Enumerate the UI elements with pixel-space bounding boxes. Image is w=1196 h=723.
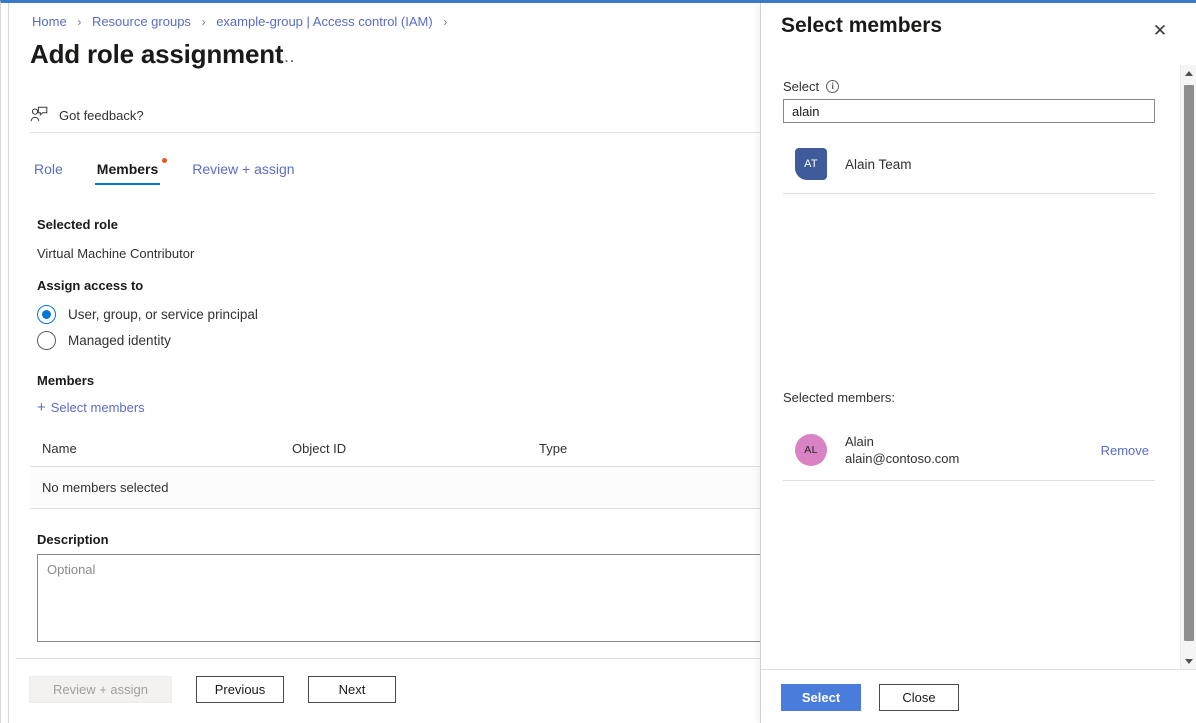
selected-role-value: Virtual Machine Contributor bbox=[37, 246, 195, 261]
tab-review-assign-label: Review + assign bbox=[192, 161, 295, 177]
breadcrumb-item-example-group[interactable]: example-group | Access control (IAM) bbox=[216, 14, 433, 29]
next-button[interactable]: Next bbox=[308, 676, 396, 703]
members-table: Name Object ID Type No members selected bbox=[30, 441, 774, 509]
select-field-label: Select bbox=[783, 79, 820, 94]
breadcrumb-separator-icon: › bbox=[77, 15, 82, 29]
select-field-label-row: Select i bbox=[783, 79, 840, 94]
avatar: AT bbox=[795, 148, 827, 180]
radio-user-group-label: User, group, or service principal bbox=[68, 306, 258, 322]
panel-footer: Select Close bbox=[761, 669, 1196, 723]
tab-members[interactable]: Members bbox=[94, 158, 168, 187]
selected-member-name: Alain bbox=[845, 433, 874, 449]
radio-user-group-service-principal[interactable]: User, group, or service principal bbox=[37, 301, 258, 327]
select-members-link-label: Select members bbox=[50, 400, 145, 415]
select-button[interactable]: Select bbox=[781, 684, 861, 711]
panel-title: Select members bbox=[781, 14, 943, 37]
tab-members-label: Members bbox=[96, 161, 159, 177]
tab-members-dot-icon bbox=[162, 158, 168, 163]
result-name: Alain Team bbox=[845, 156, 912, 172]
select-members-panel: Select members ✕ Select i AT Alain Team … bbox=[760, 3, 1196, 723]
column-header-type: Type bbox=[539, 441, 568, 456]
assign-access-radio-group: User, group, or service principal Manage… bbox=[37, 301, 258, 353]
list-item[interactable]: AT Alain Team bbox=[783, 135, 1155, 193]
plus-icon: + bbox=[37, 399, 46, 416]
tab-review-assign[interactable]: Review + assign bbox=[190, 158, 296, 187]
app-root: Home › Resource groups › example-group |… bbox=[0, 0, 1196, 723]
feedback-bar: Got feedback? bbox=[30, 99, 770, 133]
table-empty-message: No members selected bbox=[42, 480, 169, 495]
panel-body: Select i AT Alain Team Selected members:… bbox=[761, 65, 1177, 669]
scroll-down-arrow-icon[interactable] bbox=[1181, 653, 1196, 669]
select-search-input[interactable] bbox=[783, 99, 1155, 123]
members-label: Members bbox=[37, 373, 95, 388]
wizard-tabs: Role Members Review + assign bbox=[32, 158, 297, 187]
assign-access-label: Assign access to bbox=[37, 278, 144, 293]
description-label: Description bbox=[37, 532, 109, 547]
description-textarea[interactable] bbox=[37, 554, 774, 642]
breadcrumb-separator-icon: › bbox=[201, 15, 206, 29]
scrollbar-thumb[interactable] bbox=[1184, 85, 1194, 641]
scroll-up-arrow-icon[interactable] bbox=[1181, 65, 1196, 81]
selected-role-label: Selected role bbox=[37, 217, 118, 232]
search-results-list: AT Alain Team bbox=[783, 135, 1155, 194]
radio-unselected-icon bbox=[37, 330, 56, 350]
selected-member-email: alain@contoso.com bbox=[845, 450, 960, 466]
panel-footer-buttons: Select Close bbox=[781, 684, 959, 711]
radio-selected-icon bbox=[37, 304, 56, 324]
review-assign-button[interactable]: Review + assign bbox=[29, 676, 172, 703]
column-header-name: Name bbox=[42, 441, 77, 456]
page-title: Add role assignment bbox=[30, 39, 284, 69]
table-header-row: Name Object ID Type bbox=[30, 441, 774, 467]
breadcrumb-item-home[interactable]: Home bbox=[32, 14, 67, 29]
selected-member-text: Alain alain@contoso.com bbox=[845, 434, 959, 467]
selected-members-list: AL Alain alain@contoso.com Remove bbox=[783, 420, 1155, 481]
breadcrumb-item-resource-groups[interactable]: Resource groups bbox=[92, 14, 191, 29]
close-icon[interactable]: ✕ bbox=[1148, 18, 1172, 42]
blade-footer-buttons: Review + assign Previous Next bbox=[29, 676, 396, 703]
avatar: AL bbox=[795, 434, 827, 466]
select-members-link[interactable]: + Select members bbox=[37, 400, 145, 415]
breadcrumb-separator-icon: › bbox=[443, 15, 448, 29]
feedback-person-icon bbox=[30, 106, 48, 126]
tab-role[interactable]: Role bbox=[32, 158, 65, 187]
breadcrumb: Home › Resource groups › example-group |… bbox=[32, 14, 454, 29]
column-header-object-id: Object ID bbox=[292, 441, 347, 456]
tab-role-label: Role bbox=[34, 161, 63, 177]
radio-managed-identity[interactable]: Managed identity bbox=[37, 327, 258, 353]
feedback-label[interactable]: Got feedback? bbox=[59, 108, 144, 123]
selected-members-heading: Selected members: bbox=[783, 390, 895, 405]
remove-member-link[interactable]: Remove bbox=[1101, 443, 1149, 458]
close-button[interactable]: Close bbox=[879, 684, 959, 711]
page-more-options-icon[interactable]: … bbox=[278, 47, 296, 67]
info-icon[interactable]: i bbox=[826, 80, 840, 93]
previous-button[interactable]: Previous bbox=[196, 676, 284, 703]
radio-managed-identity-label: Managed identity bbox=[68, 332, 171, 348]
table-row: No members selected bbox=[30, 467, 774, 509]
list-item: AL Alain alain@contoso.com Remove bbox=[783, 420, 1155, 480]
panel-scrollbar[interactable] bbox=[1180, 65, 1196, 669]
